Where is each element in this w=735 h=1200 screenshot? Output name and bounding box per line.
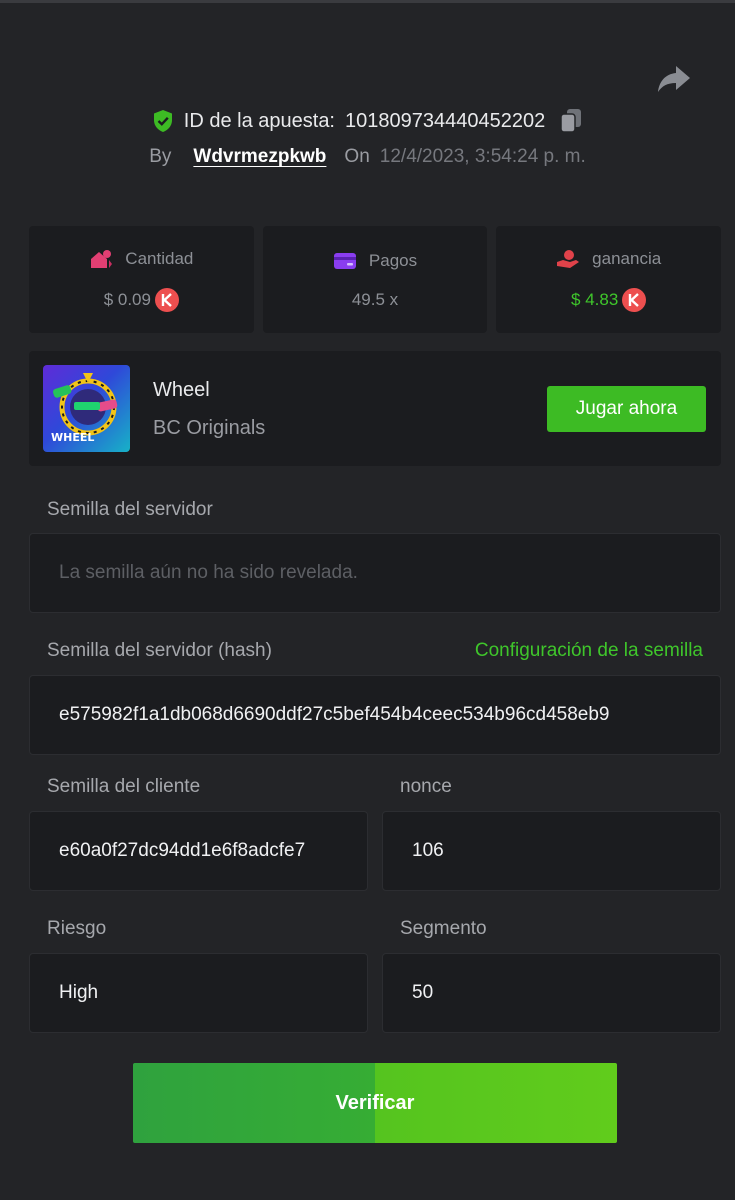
wheel-game-thumbnail[interactable]: WHEEL [43, 365, 130, 452]
amount-icon [91, 249, 113, 268]
profit-hand-icon [557, 249, 580, 268]
server-seed-label: Semilla del servidor [47, 499, 213, 520]
nonce-field[interactable]: 106 [382, 811, 721, 891]
segment-label: Segmento [400, 918, 487, 939]
kcoin-icon [622, 287, 647, 312]
stat-payout: Pagos 49.5 x [262, 226, 488, 333]
kcoin-icon [154, 287, 179, 312]
segment-field[interactable]: 50 [382, 953, 721, 1033]
bet-date: 12/4/2023, 3:54:24 p. m. [379, 146, 586, 167]
on-label: On [344, 146, 370, 167]
verified-shield-icon [153, 110, 172, 132]
bet-author-row: By Wdvrmezpkwb On 12/4/2023, 3:54:24 p. … [0, 146, 735, 168]
client-seed-field[interactable]: e60a0f27dc94dd1e6f8adcfe7 [29, 811, 368, 891]
game-card: WHEEL Wheel BC Originals Jugar ahora [29, 351, 721, 466]
risk-field[interactable]: High [29, 953, 368, 1033]
bet-id-label: ID de la apuesta: [183, 109, 335, 132]
top-divider [0, 0, 735, 3]
stat-amount-label: Cantidad [125, 248, 194, 268]
thumbnail-text: WHEEL [51, 431, 95, 444]
server-seed-field[interactable]: La semilla aún no ha sido revelada. [29, 533, 721, 613]
share-icon[interactable] [656, 64, 692, 94]
game-provider: BC Originals [153, 417, 266, 439]
copy-icon[interactable] [559, 108, 583, 134]
seed-settings-link[interactable]: Configuración de la semilla [475, 640, 703, 662]
play-now-button[interactable]: Jugar ahora [547, 386, 706, 432]
stat-profit-value: $ 4.83 [571, 289, 619, 309]
stat-payout-value: 49.5 x [351, 289, 399, 309]
bet-stats: Cantidad $ 0.09 Pagos 49.5 x ganancia $ … [29, 226, 722, 333]
stat-payout-label: Pagos [368, 250, 418, 270]
server-seed-hash-field[interactable]: e575982f1a1db068d6690ddf27c5bef454b4ceec… [29, 675, 721, 755]
payout-card-icon [333, 252, 356, 269]
server-seed-hash-label: Semilla del servidor (hash) [47, 640, 272, 661]
stat-profit: ganancia $ 4.83 [496, 226, 722, 333]
client-seed-label: Semilla del cliente [47, 776, 201, 797]
nonce-label: nonce [400, 776, 452, 797]
verify-button[interactable]: Verificar [133, 1063, 617, 1143]
stat-amount: Cantidad $ 0.09 [29, 226, 254, 333]
bet-id-row: ID de la apuesta: 101809734440452202 [0, 108, 735, 134]
by-label: By [149, 146, 172, 167]
risk-label: Riesgo [47, 918, 107, 939]
stat-amount-value: $ 0.09 [103, 289, 151, 309]
game-name: Wheel [153, 379, 210, 401]
username-link[interactable]: Wdvrmezpkwb [193, 146, 326, 168]
stat-profit-label: ganancia [592, 248, 662, 268]
bet-id-value: 101809734440452202 [345, 109, 546, 132]
